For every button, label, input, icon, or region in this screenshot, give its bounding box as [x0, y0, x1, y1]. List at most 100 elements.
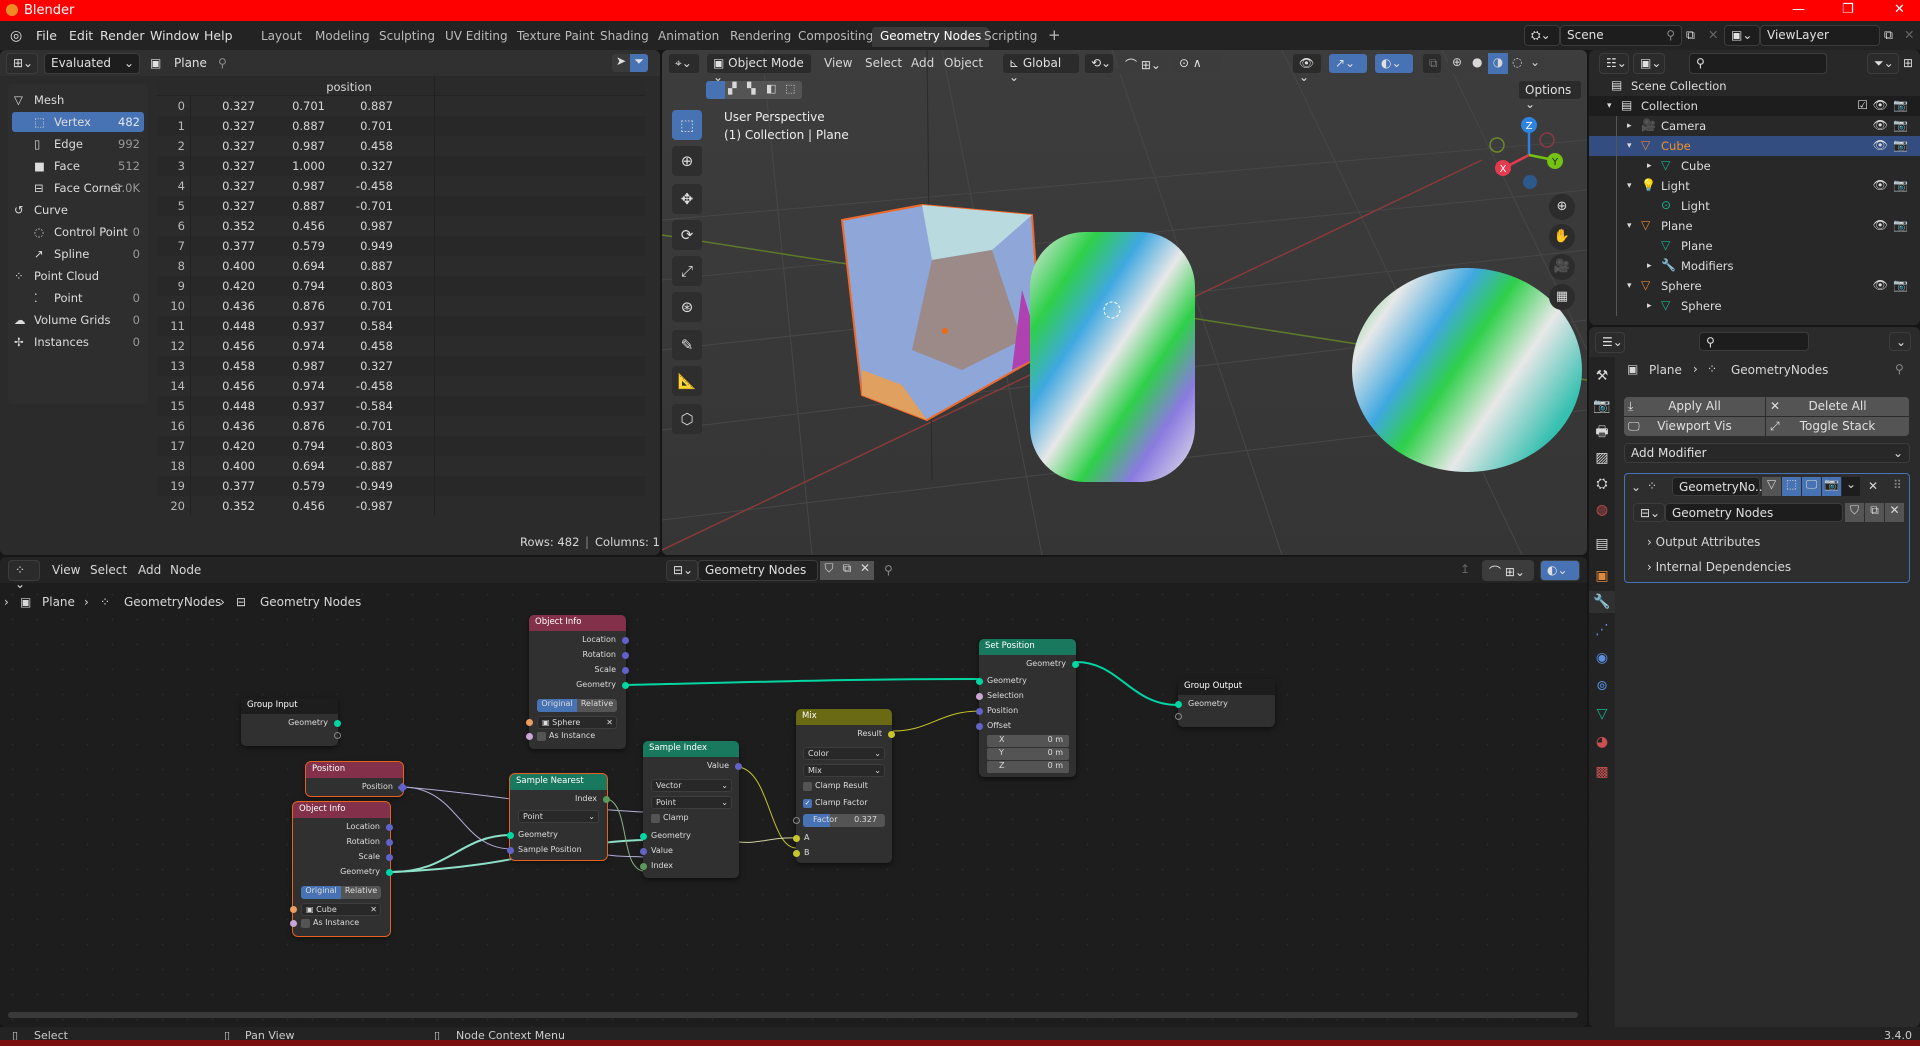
eye-icon[interactable]: 👁 — [1873, 138, 1888, 152]
visibility-dropdown[interactable]: 👁⌄ — [1292, 53, 1322, 84]
location-output-socket[interactable] — [386, 824, 393, 831]
outliner-item-collection[interactable]: ▾ ▤ Collection ☑ 👁 📷 — [1589, 96, 1920, 116]
node-group-output[interactable]: Group Output Geometry — [1175, 679, 1275, 727]
expanded-arrow-icon[interactable]: ▾ — [1627, 181, 1632, 191]
data-tab-icon[interactable]: ▽ — [1591, 703, 1613, 725]
offset-x-field[interactable]: X 0 m — [987, 735, 1069, 747]
add-workspace-button[interactable]: + — [1040, 24, 1069, 44]
modifier-name-field[interactable]: GeometryNo... — [1672, 477, 1766, 496]
filter-dropdown[interactable]: ⏷⌄ — [1867, 53, 1899, 74]
as-instance-input-socket[interactable] — [526, 733, 533, 740]
geometry-output-socket[interactable] — [386, 869, 393, 876]
pan-view-icon[interactable]: ✋ — [1549, 224, 1575, 250]
domain-item-vertex[interactable]: ⬚ Vertex 482 — [12, 112, 144, 132]
object-field[interactable]: ▣ Sphere ✕ — [537, 716, 617, 729]
menu-render[interactable]: Render — [100, 28, 145, 43]
select-subtract-icon[interactable]: ▚ — [747, 82, 755, 95]
select-extend-icon[interactable]: ▞ — [728, 82, 736, 95]
properties-options-dropdown[interactable]: ⌄ — [1889, 332, 1911, 351]
domain-item-face[interactable]: ■ Face 512 — [12, 156, 144, 176]
new-view-layer-icon[interactable]: ⧉ — [1884, 27, 1893, 43]
b-input-socket[interactable] — [793, 850, 800, 857]
node-object-info-sphere[interactable]: Object Info Location Rotation Scale Geom… — [526, 615, 629, 749]
scene-tab-icon[interactable]: ⛭ — [1591, 473, 1613, 495]
domain-item-instances[interactable]: ✢ Instances 0 — [12, 332, 144, 352]
domain-dropdown[interactable]: Point ⌄ — [651, 796, 732, 809]
rotation-output-socket[interactable] — [622, 652, 629, 659]
node-header[interactable]: Group Input — [241, 698, 338, 714]
delete-scene-icon[interactable]: ✕ — [1708, 27, 1718, 42]
index-output-socket[interactable] — [603, 796, 610, 803]
edit-mode-toggle[interactable]: ▽ — [1762, 477, 1781, 496]
delete-view-layer-icon[interactable]: ✕ — [1904, 27, 1914, 42]
node-header[interactable]: Position — [306, 762, 403, 778]
measure-tool[interactable]: 📐 — [672, 366, 702, 396]
node-object-info-cube[interactable]: Object Info Location Rotation Scale Geom… — [290, 801, 393, 937]
as-instance-checkbox[interactable] — [537, 732, 546, 741]
outliner-item-plane[interactable]: ▾ ▽ Plane 👁 📷 — [1589, 216, 1920, 236]
data-type-dropdown[interactable]: Vector ⌄ — [651, 779, 732, 792]
cursor-tool[interactable]: ⊕ — [672, 146, 702, 176]
select-intersect-icon[interactable]: ⬚ — [785, 82, 795, 95]
relative-toggle[interactable]: Relative — [341, 886, 381, 899]
tab-sculpting[interactable]: Sculpting — [371, 27, 443, 47]
render-camera-icon[interactable]: 📷 — [1893, 118, 1908, 132]
overlays-toggle[interactable]: ◐⌄ — [1374, 53, 1414, 74]
physics-tab-icon[interactable]: ◉ — [1591, 647, 1613, 669]
select-invert-icon[interactable]: ◧ — [766, 82, 776, 95]
rotate-tool[interactable]: ⟳ — [672, 220, 702, 250]
gizmo-toggle[interactable]: ↗⌄ — [1328, 53, 1368, 74]
evaluation-mode-dropdown[interactable]: Evaluated ⌄ — [44, 53, 140, 74]
geometry-output-socket[interactable] — [334, 720, 341, 727]
material-preview-shading-icon[interactable]: ◑ — [1488, 53, 1508, 74]
data-type-dropdown[interactable]: Color ⌄ — [803, 747, 885, 760]
clear-icon[interactable]: ✕ — [606, 717, 613, 728]
viewport-vis-button[interactable]: 🖵 Viewport Vis — [1624, 417, 1765, 436]
collapsed-arrow-icon[interactable]: ▸ — [1647, 161, 1652, 171]
duplicate-node-group-icon[interactable]: ⧉ — [1865, 503, 1884, 522]
render-camera-icon[interactable]: 📷 — [1893, 138, 1908, 152]
tab-layout[interactable]: Layout — [253, 27, 310, 47]
node-header[interactable]: Set Position — [979, 639, 1076, 655]
node-group-input[interactable]: Group Input Geometry — [241, 698, 341, 746]
offset-y-field[interactable]: Y 0 m — [987, 748, 1069, 760]
xray-toggle[interactable]: ⧉ — [1422, 53, 1442, 74]
domain-item-control-point[interactable]: ◌ Control Point 0 — [12, 222, 144, 242]
3d-viewport[interactable]: ⌖⌄ ▣ Object Mode ⌄ View Select Add Objec… — [662, 50, 1587, 555]
domain-item-volume-grids[interactable]: ☁ Volume Grids 0 — [12, 310, 144, 330]
outliner-item-sphere[interactable]: ▸ ▽ Sphere — [1589, 296, 1920, 316]
constraints-tab-icon[interactable]: ⊚ — [1591, 675, 1613, 697]
render-camera-icon[interactable]: 📷 — [1893, 98, 1908, 112]
toggle-stack-button[interactable]: ⤢ Toggle Stack — [1766, 417, 1909, 436]
transform-tool[interactable]: ⊛ — [672, 292, 702, 322]
modifier-options-dropdown[interactable]: ⌄ — [1842, 477, 1860, 496]
value-input-socket[interactable] — [640, 848, 647, 855]
wireframe-shading-icon[interactable]: ⊕ — [1452, 55, 1462, 69]
new-scene-icon[interactable]: ⧉ — [1686, 27, 1695, 43]
outliner-item-cube[interactable]: ▸ ▽ Cube — [1589, 156, 1920, 176]
move-tool[interactable]: ✥ — [672, 184, 702, 214]
eye-icon[interactable]: 👁 — [1873, 178, 1888, 192]
particles-tab-icon[interactable]: ⋰ — [1591, 619, 1613, 641]
internal-dependencies-panel[interactable]: › Internal Dependencies — [1647, 560, 1791, 574]
node-header[interactable]: Group Output — [1178, 679, 1275, 695]
unlink-node-group-icon[interactable]: ✕ — [1885, 503, 1904, 522]
object-input-socket[interactable] — [526, 719, 533, 726]
offset-input-socket[interactable] — [976, 723, 983, 730]
sample-position-input-socket[interactable] — [507, 847, 514, 854]
exclude-checkbox[interactable]: ☑ — [1857, 98, 1868, 112]
as-instance-input-socket[interactable] — [290, 920, 297, 927]
collapsed-arrow-icon[interactable]: ▸ — [1647, 301, 1652, 311]
geometry-input-socket[interactable] — [976, 678, 983, 685]
editor-type-button[interactable]: ☷⌄ — [1599, 53, 1629, 74]
outliner-scene-collection[interactable]: ▤ Scene Collection — [1589, 76, 1920, 96]
empty-input-socket[interactable] — [1175, 713, 1182, 720]
expanded-arrow-icon[interactable]: ▾ — [1627, 221, 1632, 231]
expanded-arrow-icon[interactable]: ▾ — [1627, 141, 1632, 151]
outliner-item-light[interactable]: ▾ 💡 Light 👁 📷 — [1589, 176, 1920, 196]
outliner-item-sphere[interactable]: ▾ ▽ Sphere 👁 📷 — [1589, 276, 1920, 296]
minimize-button[interactable]: — — [1792, 2, 1805, 17]
geometry-output-socket[interactable] — [622, 682, 629, 689]
node-header[interactable]: Sample Nearest — [510, 774, 607, 790]
pivot-point-dropdown[interactable]: ⟲⌄ — [1084, 53, 1114, 74]
